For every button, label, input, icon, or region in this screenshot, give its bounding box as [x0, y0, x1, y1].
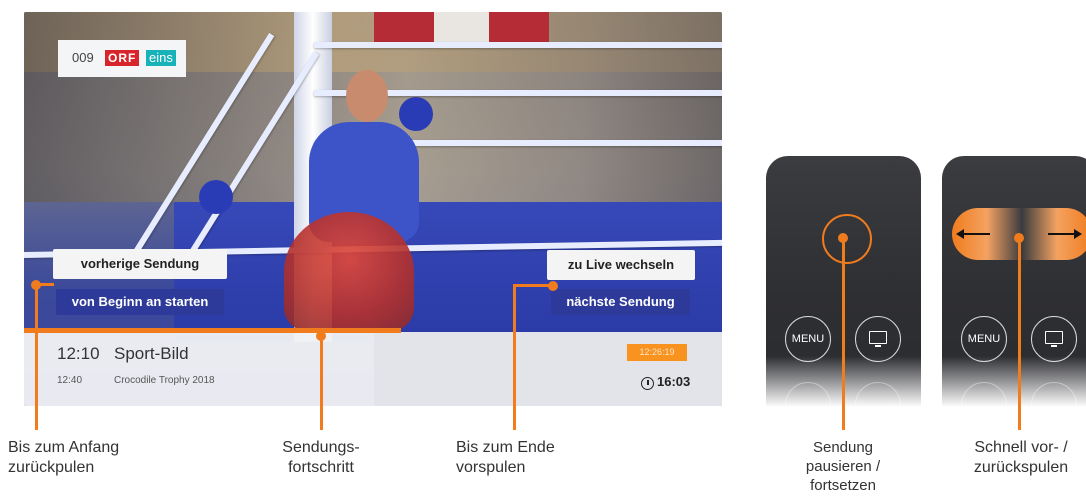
- start-from-beginning-button[interactable]: von Beginn an starten: [56, 289, 224, 315]
- tv-icon: [869, 331, 887, 344]
- caption-line: fortschritt: [288, 459, 354, 476]
- caption-pause-resume: Sendung pausieren / fortsetzen: [795, 438, 891, 495]
- ring-rope: [314, 42, 722, 48]
- current-show-title: Sport-Bild: [114, 344, 189, 363]
- callout-line-progress: [320, 336, 323, 430]
- callout-line-rewind: [35, 285, 38, 430]
- next-show-button[interactable]: nächste Sendung: [551, 289, 690, 315]
- show-progress-bar[interactable]: [24, 328, 401, 333]
- tv-player-screen: 009 ORF eins vorherige Sendung von Begin…: [24, 12, 722, 406]
- caption-line: zurückpulen: [8, 459, 95, 476]
- boxer-glove: [399, 97, 433, 131]
- caption-line: vorspulen: [456, 459, 526, 476]
- caption-line: fortsetzen: [810, 477, 876, 494]
- orf-logo: ORF: [105, 50, 140, 66]
- caption-line: Bis zum Ende: [456, 439, 555, 456]
- remote-seek: MENU: [942, 156, 1086, 410]
- caption-rewind-to-start: Bis zum Anfang zurückpulen: [8, 438, 119, 478]
- arrow-left-icon-shaft: [964, 233, 990, 235]
- caption-line: Bis zum Anfang: [8, 439, 120, 456]
- channel-logo: 009 ORF eins: [58, 40, 186, 77]
- arrow-left-icon: [956, 229, 964, 239]
- channel-number: 009: [72, 50, 94, 65]
- arrow-right-icon: [1074, 229, 1082, 239]
- caption-fast-forward-rewind: Schnell vor- / zurückspulen: [962, 438, 1080, 478]
- callout-line-forward: [513, 284, 516, 430]
- callout-line-forward: [514, 284, 552, 287]
- caption-forward-to-end: Bis zum Ende vorspulen: [456, 438, 555, 478]
- switch-to-live-button[interactable]: zu Live wechseln: [547, 250, 695, 280]
- boxer-red: [284, 212, 414, 332]
- remote-fade: [942, 356, 1086, 410]
- info-bar: 12:10 Sport-Bild 12:40 Crocodile Trophy …: [24, 328, 722, 406]
- caption-line: zurückspulen: [973, 459, 1069, 476]
- next-show-start-time: 12:40: [57, 375, 83, 386]
- caption-show-progress: Sendungs- fortschritt: [275, 438, 367, 478]
- callout-line-seek: [1018, 238, 1021, 430]
- eins-logo: eins: [146, 50, 176, 66]
- boxer-glove: [199, 180, 233, 214]
- callout-line-rewind: [36, 283, 54, 286]
- caption-line: Sendung: [812, 439, 874, 456]
- tv-icon-stand: [875, 345, 881, 347]
- caption-line: Sendungs-: [282, 439, 360, 456]
- tv-icon: [1045, 331, 1063, 344]
- boxer-head: [346, 70, 388, 122]
- clock-hand: [647, 380, 649, 385]
- caption-line: pausieren /: [805, 458, 881, 475]
- playback-position-badge: 12:26:19: [627, 344, 687, 361]
- current-time: 16:03: [657, 374, 691, 389]
- callout-line-pause: [842, 238, 845, 430]
- current-show-start-time: 12:10: [57, 344, 100, 363]
- arrow-right-icon-shaft: [1048, 233, 1074, 235]
- clock-icon: [641, 377, 654, 390]
- tv-icon-stand: [1051, 345, 1057, 347]
- next-show-title: Crocodile Trophy 2018: [114, 375, 215, 386]
- caption-line: Schnell vor- /: [974, 439, 1068, 456]
- previous-show-button[interactable]: vorherige Sendung: [53, 249, 227, 279]
